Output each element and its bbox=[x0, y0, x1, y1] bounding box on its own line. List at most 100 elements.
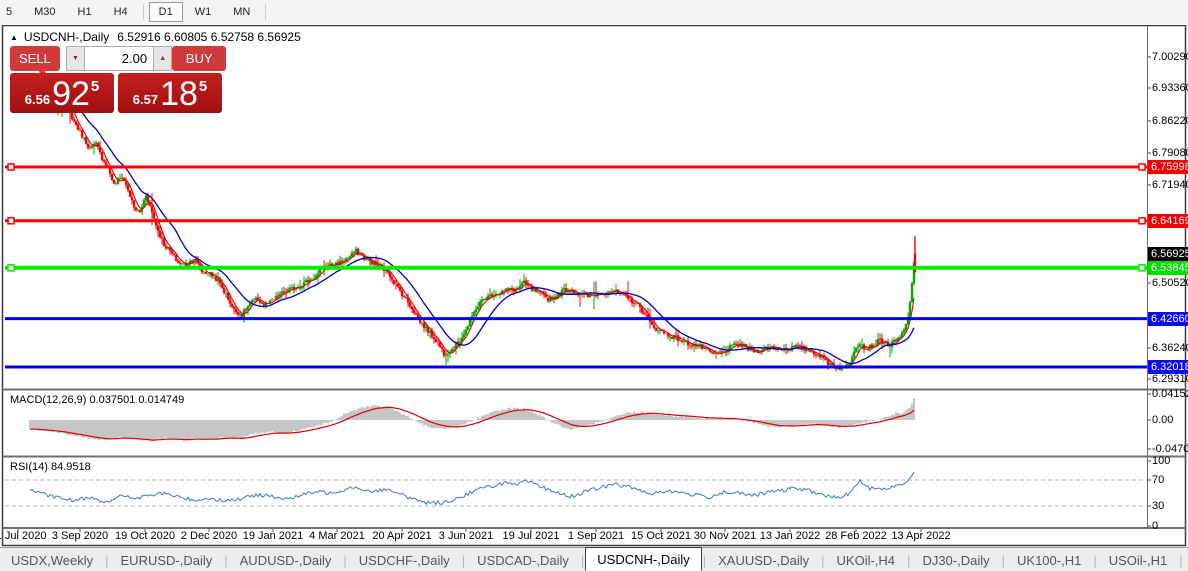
rsi-label: 0 bbox=[1152, 520, 1159, 532]
date-tick-label: 13 Jan 2022 bbox=[759, 530, 821, 542]
date-tick-label: 4 Mar 2021 bbox=[309, 530, 365, 542]
price-badge: 6.32018 bbox=[1148, 360, 1188, 374]
tab-separator: | bbox=[105, 552, 109, 568]
macd-label: 0.00 bbox=[1152, 414, 1174, 426]
macd-label: 0.041528 bbox=[1152, 388, 1188, 400]
timeframe-button-w1[interactable]: W1 bbox=[185, 2, 222, 22]
tab-separator: | bbox=[224, 552, 228, 568]
level-line-handle[interactable] bbox=[1138, 163, 1146, 171]
date-tick-label: 2 Dec 2020 bbox=[180, 530, 238, 542]
sell-price-button[interactable]: 6.56 92 5 bbox=[10, 73, 114, 113]
sell-price-prefix: 6.56 bbox=[24, 92, 51, 107]
tab-separator: | bbox=[702, 552, 707, 568]
tab-dj30-daily[interactable]: DJ30-,Daily bbox=[911, 550, 1000, 571]
level-line-handle[interactable] bbox=[7, 163, 15, 171]
chevron-up-icon: ▲ bbox=[159, 55, 167, 62]
macd-indicator-label: MACD(12,26,9) 0.037501 0.014749 bbox=[10, 394, 185, 406]
level-line-handle[interactable] bbox=[1138, 264, 1146, 272]
level-line-handle[interactable] bbox=[7, 217, 15, 225]
trading-app-window: 5 M30 H1 H4 D1 W1 MN ▲ USDCNH-,Daily 6.52916 6.6… bbox=[0, 0, 1188, 571]
one-click-trading-panel: SELL ▼ ▲ BUY 6.56925 6.57185 bbox=[10, 46, 226, 113]
tab-usdchf-daily[interactable]: USDCHF-,Daily bbox=[348, 550, 461, 571]
tab-eurusd-daily[interactable]: EURUSD-,Daily bbox=[110, 550, 224, 571]
toolbar-separator bbox=[142, 4, 144, 20]
tab-ukoil-h4[interactable]: UKOil-,H4 bbox=[826, 550, 907, 571]
price-badge: 6.56925 bbox=[1148, 247, 1188, 261]
buy-price-prefix: 6.57 bbox=[132, 92, 159, 107]
volume-input[interactable] bbox=[84, 46, 155, 71]
level-line-handle[interactable] bbox=[1138, 217, 1146, 225]
chart-title: ▲ USDCNH-,Daily 6.52916 6.60805 6.52758 6.… bbox=[10, 30, 301, 44]
price-badge: 6.42660 bbox=[1148, 312, 1188, 326]
price-badge: 6.53845 bbox=[1148, 261, 1188, 275]
tab-separator: | bbox=[907, 552, 911, 568]
chevron-down-icon: ▼ bbox=[71, 55, 79, 62]
rsi-line bbox=[29, 471, 915, 506]
collapse-arrow-icon[interactable]: ▲ bbox=[10, 33, 18, 42]
chart-tabs-bar: USDX,Weekly | EURUSD-,Daily | AUDUSD-,Daily |… bbox=[0, 547, 1188, 571]
date-tick-label: 13 Apr 2022 bbox=[891, 530, 951, 542]
tab-usoil-h1[interactable]: USOil-,H1 bbox=[1098, 550, 1179, 571]
timeframe-button-m30[interactable]: M30 bbox=[24, 2, 65, 22]
tab-usdcad-daily[interactable]: USDCAD-,Daily bbox=[466, 550, 580, 571]
tab-xauusd-daily[interactable]: XAUUSD-,Daily bbox=[707, 550, 820, 571]
tab-uk100-h1[interactable]: UK100-,H1 bbox=[1006, 550, 1092, 571]
timeframe-button-mn[interactable]: MN bbox=[223, 2, 260, 22]
rsi-series bbox=[29, 471, 915, 506]
date-tick-label: 15 Oct 2021 bbox=[631, 530, 691, 542]
buy-price-big: 18 bbox=[160, 75, 198, 113]
buy-price-sup: 5 bbox=[198, 78, 208, 95]
price-label: 6.50520 bbox=[1152, 277, 1188, 289]
sell-button[interactable]: SELL bbox=[10, 46, 60, 71]
volume-increase-button[interactable]: ▲ bbox=[154, 46, 173, 71]
chart-window: ▲ USDCNH-,Daily 6.52916 6.60805 6.52758 6.… bbox=[0, 25, 1188, 547]
date-tick-label: 30 Nov 2021 bbox=[693, 530, 757, 542]
tab-usdx-weekly[interactable]: USDX,Weekly bbox=[0, 550, 104, 571]
date-tick-label: 21 Jul 2020 bbox=[0, 530, 47, 542]
date-tick-label: 19 Jan 2021 bbox=[242, 530, 304, 542]
level-line-handle[interactable] bbox=[7, 264, 15, 272]
price-badge: 6.64169 bbox=[1148, 214, 1188, 228]
date-tick-label: 28 Feb 2022 bbox=[825, 530, 887, 542]
chart-symbol-label: USDCNH-,Daily bbox=[23, 30, 110, 44]
tab-audusd-daily[interactable]: AUDUSD-,Daily bbox=[229, 550, 343, 571]
tab-usdcnh-daily[interactable]: USDCNH-,Daily bbox=[585, 547, 702, 571]
macd-label: -0.04707 bbox=[1152, 443, 1188, 455]
date-tick-label: 19 Jul 2021 bbox=[502, 530, 560, 542]
price-label: 6.79080 bbox=[1152, 147, 1188, 159]
tab-separator: | bbox=[343, 552, 347, 568]
price-label: 6.29310 bbox=[1152, 373, 1188, 385]
date-tick-label: 3 Jun 2021 bbox=[438, 530, 494, 542]
tab-separator: | bbox=[1001, 552, 1006, 568]
price-label: 6.93360 bbox=[1152, 82, 1188, 94]
toolbar-separator bbox=[265, 4, 267, 20]
buy-button[interactable]: BUY bbox=[172, 46, 226, 71]
rsi-label: 30 bbox=[1152, 500, 1165, 512]
tab-separator: | bbox=[580, 552, 585, 568]
price-label: 7.00290 bbox=[1152, 51, 1188, 63]
timeframe-button-d1[interactable]: D1 bbox=[148, 2, 183, 22]
timeframe-toolbar: 5 M30 H1 H4 D1 W1 MN bbox=[0, 0, 1188, 24]
timeframe-button-h1[interactable]: H1 bbox=[68, 2, 102, 22]
tab-separator: | bbox=[461, 552, 466, 568]
rsi-label: 70 bbox=[1152, 474, 1165, 486]
chart-ohlc-values: 6.52916 6.60805 6.52758 6.56925 bbox=[117, 30, 301, 44]
tab-separator: | bbox=[1093, 552, 1097, 568]
price-label: 6.36240 bbox=[1152, 342, 1188, 354]
tab-hk50-h1[interactable]: HK50-,H1 bbox=[1184, 550, 1188, 571]
timeframe-button-5[interactable]: 5 bbox=[0, 2, 22, 22]
volume-decrease-button[interactable]: ▼ bbox=[65, 46, 85, 71]
price-label: 6.71940 bbox=[1152, 179, 1188, 191]
date-tick-label: 20 Apr 2021 bbox=[372, 530, 432, 542]
buy-price-button[interactable]: 6.57 18 5 bbox=[118, 73, 222, 113]
timeframe-button-h4[interactable]: H4 bbox=[104, 2, 138, 22]
tab-separator: | bbox=[821, 552, 825, 568]
date-tick-label: 19 Oct 2020 bbox=[115, 530, 175, 542]
rsi-indicator-label: RSI(14) 84.9518 bbox=[10, 461, 91, 473]
rsi-label: 100 bbox=[1152, 455, 1171, 467]
sell-price-sup: 5 bbox=[90, 78, 100, 95]
date-tick-label: 1 Sep 2021 bbox=[567, 530, 625, 542]
moving-average-line bbox=[61, 83, 915, 365]
tab-separator: | bbox=[1179, 552, 1183, 568]
price-badge: 6.75998 bbox=[1148, 160, 1188, 174]
